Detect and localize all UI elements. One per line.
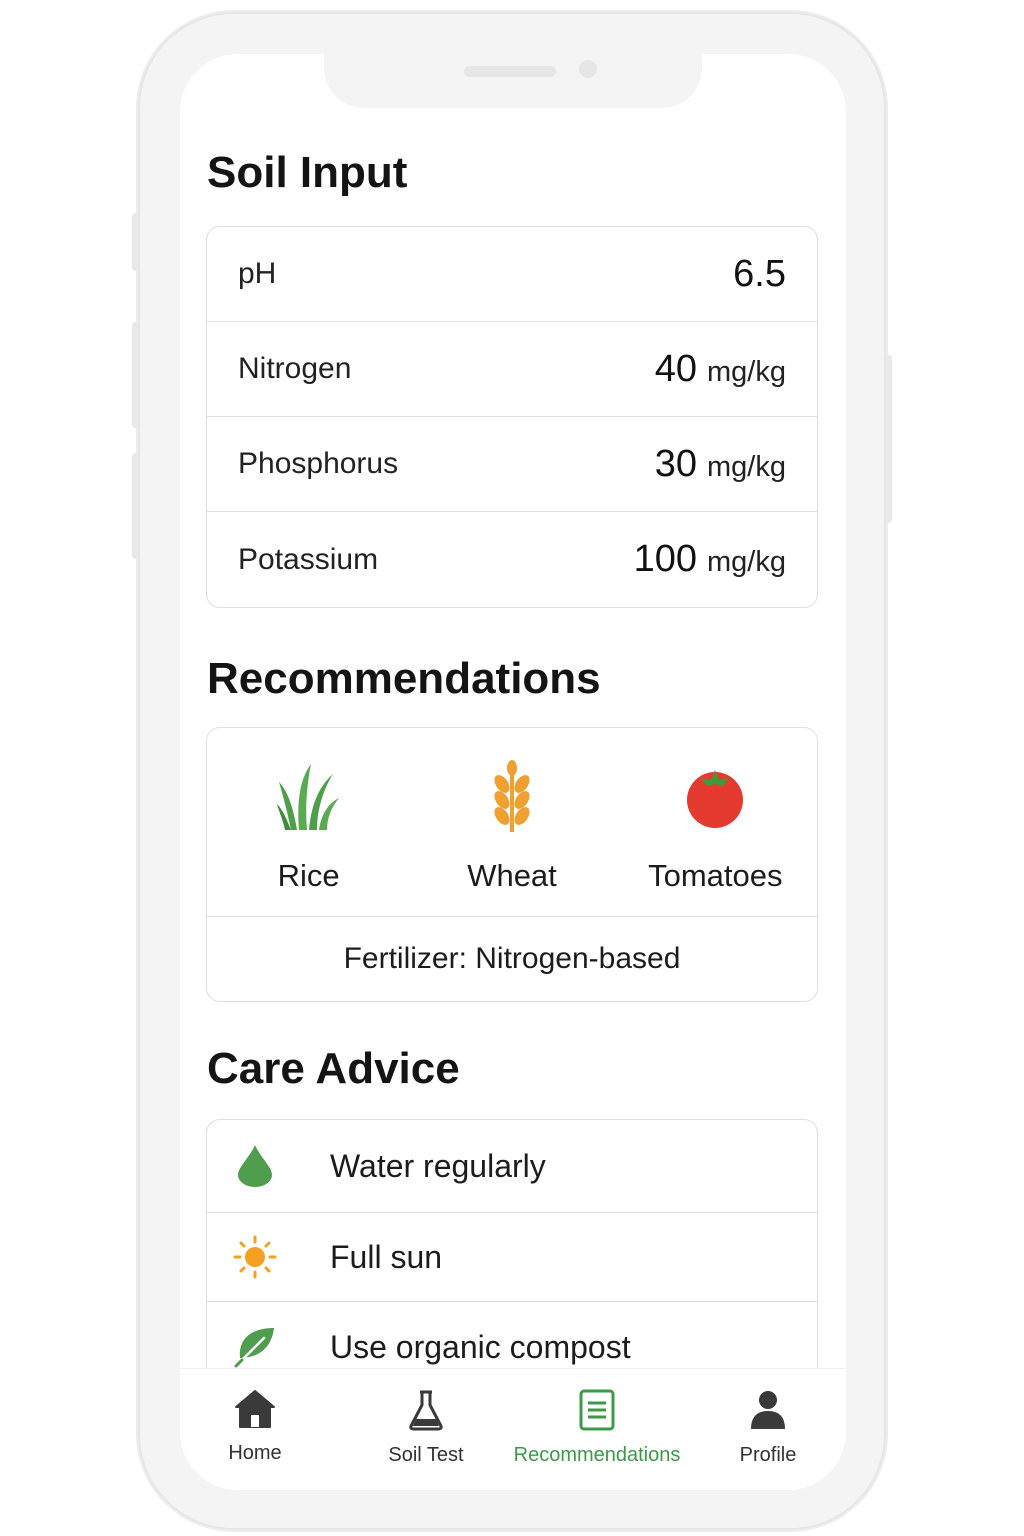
soil-row-value: 6.5 <box>733 252 786 295</box>
soil-input-card: pH 6.5 Nitrogen 40 mg/kg Phosphorus 30 mg/… <box>206 226 818 608</box>
soil-row-label: Potassium <box>238 542 379 576</box>
tab-label: Recommendations <box>513 1444 681 1466</box>
recommendations-card: Rice Wheat Tomatoes Fertilizer: Nitrogen… <box>206 727 818 1002</box>
tab-home[interactable]: Home <box>214 1389 296 1465</box>
rice-icon <box>274 760 344 832</box>
tomato-icon <box>680 760 750 832</box>
flask-icon <box>407 1389 445 1436</box>
speaker <box>464 66 556 77</box>
tab-label: Soil Test <box>388 1444 464 1466</box>
care-advice-title: Care Advice <box>207 1044 460 1093</box>
advice-item-water[interactable]: Water regularly <box>207 1120 817 1213</box>
person-icon <box>749 1389 787 1436</box>
phone-screen: Soil Input pH 6.5 Nitrogen 40 mg/kg Phosp… <box>180 54 846 1490</box>
crop-item-tomatoes[interactable]: Tomatoes <box>614 728 817 916</box>
soil-row-unit: mg/kg <box>707 450 786 483</box>
fertilizer-recommendation: Fertilizer: Nitrogen-based <box>343 942 681 975</box>
tab-soil-test[interactable]: Soil Test <box>380 1389 472 1467</box>
advice-label: Water regularly <box>330 1147 546 1184</box>
soil-row-value: 30 <box>654 442 698 485</box>
soil-row-nitrogen[interactable]: Nitrogen 40 mg/kg <box>207 322 817 417</box>
recommendations-title: Recommendations <box>207 654 601 703</box>
wheat-icon <box>477 760 547 832</box>
crop-label: Wheat <box>467 858 557 893</box>
mute-switch <box>132 213 138 271</box>
soil-row-potassium[interactable]: Potassium 100 mg/kg <box>207 512 817 607</box>
notch <box>324 54 702 108</box>
soil-input-title: Soil Input <box>207 148 408 197</box>
soil-row-value: 100 <box>633 538 698 580</box>
crop-item-wheat[interactable]: Wheat <box>410 728 613 916</box>
front-camera <box>579 60 597 78</box>
volume-down-button <box>132 453 138 559</box>
leaf-icon <box>233 1325 277 1369</box>
soil-row-label: Nitrogen <box>238 352 352 385</box>
tab-label: Profile <box>739 1444 797 1466</box>
home-icon <box>234 1389 276 1434</box>
sun-icon <box>233 1235 277 1279</box>
soil-row-label: pH <box>238 257 277 290</box>
soil-row-phosphorus[interactable]: Phosphorus 30 mg/kg <box>207 417 817 512</box>
document-icon <box>579 1389 615 1436</box>
soil-row-unit: mg/kg <box>707 355 786 388</box>
tab-recommendations[interactable]: Recommendations <box>502 1389 692 1467</box>
crop-item-rice[interactable]: Rice <box>207 728 410 916</box>
tab-profile[interactable]: Profile <box>730 1389 806 1467</box>
advice-item-sun[interactable]: Full sun <box>207 1213 817 1302</box>
soil-row-ph[interactable]: pH 6.5 <box>207 227 817 322</box>
water-drop-icon <box>233 1144 277 1188</box>
soil-row-value: 40 <box>654 347 698 390</box>
soil-row-label: Phosphorus <box>238 447 399 480</box>
bottom-tab-bar: Home Soil Test Recommendations Profile <box>180 1368 846 1490</box>
crop-list: Rice Wheat Tomatoes <box>207 728 817 917</box>
crop-label: Tomatoes <box>648 858 783 893</box>
advice-label: Full sun <box>330 1238 443 1275</box>
power-button <box>886 355 892 523</box>
advice-label: Use organic compost <box>330 1328 631 1365</box>
tab-label: Home <box>228 1442 282 1464</box>
crop-label: Rice <box>277 858 340 893</box>
soil-row-unit: mg/kg <box>707 546 786 578</box>
volume-up-button <box>132 322 138 428</box>
